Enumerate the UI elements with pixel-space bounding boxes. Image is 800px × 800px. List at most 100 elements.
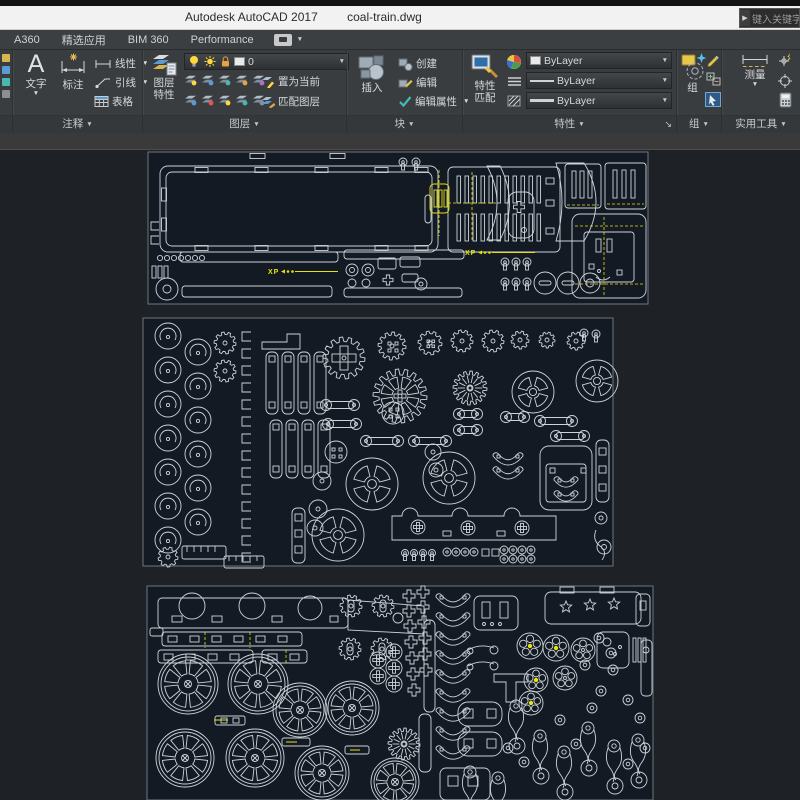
match-properties-label-2: 匹配 (475, 92, 496, 104)
panel-label-properties[interactable]: 特性▼↘ (463, 115, 677, 133)
edit-block-label: 编辑 (416, 75, 437, 90)
set-current-button[interactable]: 置为当前 (261, 74, 320, 89)
document-name: coal-train.dwg (347, 10, 422, 24)
linear-label: 线性 (115, 56, 136, 71)
layer-prev-icon[interactable] (184, 94, 197, 106)
quick-calc-icon[interactable] (779, 92, 792, 108)
group-label: 组 (687, 82, 698, 94)
layer-dropdown-caret-icon[interactable]: ▼ (339, 58, 345, 65)
layer-lock-tool-icon[interactable] (235, 74, 248, 86)
group-button[interactable]: 组 (679, 51, 706, 94)
panel-label-utilities[interactable]: 实用工具▼ (722, 115, 800, 133)
layer-unisolate-icon[interactable] (201, 74, 214, 86)
lineweight-caret-icon: ▼ (662, 97, 668, 104)
leader-label: 引线 (115, 75, 136, 90)
layer-freeze-tool-icon[interactable] (218, 74, 231, 86)
panel-group: 组 (677, 50, 722, 115)
point-style-icon[interactable] (777, 73, 793, 89)
leader-icon (94, 77, 112, 89)
screencast-icon[interactable] (274, 34, 292, 46)
layer-walk-icon[interactable] (201, 94, 214, 106)
menu-a360[interactable]: A360 (14, 34, 40, 46)
match-layer-icon (261, 95, 275, 108)
linetype-caret-icon: ▼ (662, 77, 668, 84)
drawing-area[interactable]: XPXP (0, 150, 800, 800)
text-button-label: 文字 (26, 78, 47, 90)
edit-attributes-label: 编辑属性 (415, 94, 457, 109)
match-properties-label-1: 特性 (475, 80, 496, 92)
insert-block-button[interactable]: 插入 (353, 52, 391, 94)
match-layer-button[interactable]: 匹配图层 (261, 94, 320, 109)
lineweight-sample (530, 99, 554, 102)
panel-layers: 图层 特性 0 ▼ 置为当前 (143, 50, 347, 115)
layer-properties-button[interactable]: 图层 特性 (146, 52, 182, 101)
object-color-dropdown[interactable]: ByLayer ▼ (526, 52, 672, 69)
id-point-icon[interactable] (777, 53, 793, 69)
menu-bim360[interactable]: BIM 360 (128, 34, 169, 46)
screencast-caret-icon[interactable]: ▼ (297, 36, 303, 43)
clipped-icon-3[interactable] (2, 78, 10, 86)
group-edit-icon[interactable] (706, 72, 721, 86)
layer-merge-icon[interactable] (218, 94, 231, 106)
group-selection-toggle[interactable] (705, 92, 721, 107)
linear-button[interactable]: 线性 ▼ (94, 56, 148, 71)
leader-button[interactable]: 引线 ▼ (94, 75, 148, 90)
layer-tools-row-2 (184, 94, 265, 106)
panel-label-layers[interactable]: 图层▼ (143, 115, 347, 133)
layer-properties-label-2: 特性 (154, 89, 175, 101)
layer-delete-icon[interactable] (235, 94, 248, 106)
table-button[interactable]: 表格 (94, 94, 133, 109)
match-properties-button[interactable]: 特性 匹配 (467, 52, 503, 104)
linetype-dropdown[interactable]: ByLayer ▼ (526, 72, 672, 89)
svg-text:XP: XP (465, 250, 476, 257)
color-wheel-icon[interactable] (506, 54, 522, 70)
group-icon (680, 51, 706, 82)
edit-block-icon (398, 76, 413, 90)
edit-block-button[interactable]: 编辑 (398, 75, 437, 90)
lineweight-dropdown[interactable]: ByLayer ▼ (526, 92, 672, 109)
clipped-icon-1[interactable] (2, 54, 10, 62)
menu-bar: A360 精选应用 BIM 360 Performance ▼ (0, 30, 800, 50)
properties-dialog-launcher-icon[interactable]: ↘ (664, 116, 672, 133)
panel-label-clipped (0, 115, 13, 133)
object-color-swatch (530, 56, 541, 65)
title-bar: Autodesk AutoCAD 2017 coal-train.dwg ▶ 键… (0, 6, 800, 30)
linetype-icon[interactable] (507, 76, 522, 87)
clipped-icon-4[interactable] (2, 90, 10, 98)
linear-icon (94, 59, 112, 69)
panel-label-group[interactable]: 组▼ (677, 115, 722, 133)
hatch-icon[interactable] (507, 95, 521, 107)
match-layer-label: 匹配图层 (278, 94, 320, 109)
lineweight-value: ByLayer (557, 95, 596, 107)
dimension-button[interactable]: 标注 (55, 53, 91, 91)
measure-caret-icon: ▼ (752, 81, 758, 89)
menu-featured-apps[interactable]: 精选应用 (62, 32, 106, 48)
drawing-canvas[interactable]: XPXP (0, 150, 800, 800)
layer-on-icon[interactable] (188, 55, 200, 68)
layer-state-dropdown[interactable]: 0 ▼ (184, 53, 349, 70)
dimension-button-label: 标注 (63, 79, 84, 91)
create-block-button[interactable]: 创建 (398, 56, 437, 71)
search-placeholder-text: 键入关键字或语句 (752, 11, 800, 26)
layer-lock-icon[interactable] (220, 55, 231, 68)
panel-label-annotate[interactable]: 注释▼ (13, 115, 143, 133)
menu-performance[interactable]: Performance (191, 34, 254, 46)
help-search-box[interactable]: ▶ 键入关键字或语句 (739, 8, 800, 28)
linetype-value: ByLayer (557, 75, 596, 87)
measure-button[interactable]: 测量 ▼ (737, 53, 773, 89)
clipped-icon-2[interactable] (2, 66, 10, 74)
search-arrow-icon[interactable]: ▶ (740, 10, 750, 26)
ungroup-icon[interactable] (706, 53, 720, 67)
layer-color-swatch[interactable] (234, 57, 245, 66)
panel-annotate: A 文字 ▼ 标注 线性 ▼ (13, 50, 143, 115)
layer-tools-row-1 (184, 74, 265, 86)
edit-attributes-button[interactable]: 编辑属性 ▼ (398, 94, 469, 109)
layer-isolate-icon[interactable] (184, 74, 197, 86)
measure-label: 测量 (745, 69, 766, 81)
layer-freeze-icon[interactable] (203, 55, 217, 68)
edit-attributes-icon (398, 95, 412, 108)
panel-label-block[interactable]: 块▼ (347, 115, 463, 133)
text-button[interactable]: A 文字 ▼ (19, 51, 53, 98)
panel-block: 插入 创建 编辑 编辑属性 ▼ (347, 50, 463, 115)
insert-block-label: 插入 (362, 82, 383, 94)
